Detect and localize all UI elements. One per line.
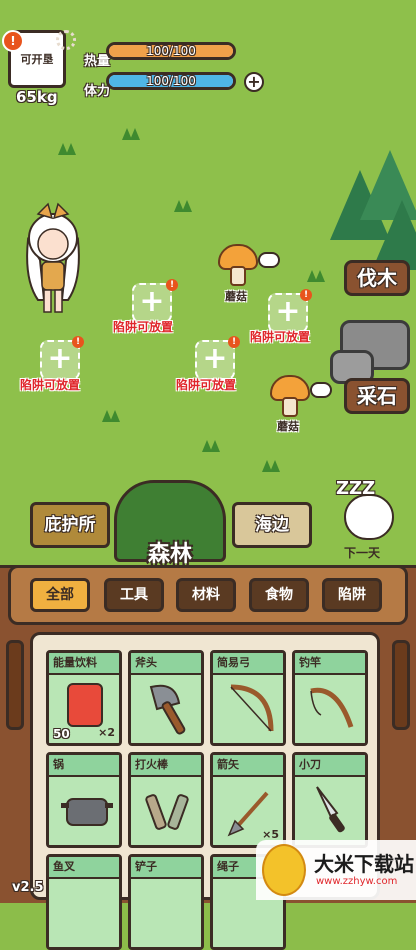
chop-wood-label: 伐木 <box>357 266 397 290</box>
item-card-axe[interactable]: 斧头 <box>128 650 204 746</box>
alert-icon: ! <box>2 30 24 52</box>
item-name: 打火棒 <box>131 755 201 777</box>
version-label: v2.5 <box>12 880 44 895</box>
item-name: 锅 <box>49 755 119 777</box>
item-name: 箭矢 <box>213 755 283 777</box>
item-name: 能量饮料 <box>49 653 119 675</box>
grass-tuft <box>200 440 222 452</box>
watermark-title: 大米下载站 <box>314 852 414 876</box>
category-tab-label: 食物 <box>265 587 293 603</box>
planet-label: 可开垦 <box>20 53 54 66</box>
gear-icon[interactable] <box>56 30 76 50</box>
category-tab-materials[interactable]: 材料 <box>176 578 236 612</box>
pot-icon <box>61 798 113 826</box>
item-card-shovel[interactable]: 铲子 <box>128 854 204 950</box>
item-quantity: ×2 <box>98 726 115 739</box>
location-beach-tab[interactable]: 海边 <box>232 502 312 548</box>
item-card-harpoon[interactable]: 鱼叉 <box>46 854 122 950</box>
heat-bar: 100/100 <box>106 42 236 60</box>
grass-tuft <box>172 200 194 212</box>
knife-icon <box>316 786 345 833</box>
chop-wood-sign[interactable]: 伐木 <box>344 260 410 296</box>
mushroom[interactable] <box>270 375 310 417</box>
location-forest-label: 森林 <box>147 542 192 567</box>
category-tab-label: 陷阱 <box>338 587 366 603</box>
energy-drink-icon <box>67 683 103 727</box>
category-tab-label: 全部 <box>46 587 74 603</box>
watermark-url: www.zzhyw.com <box>316 876 398 887</box>
player-character[interactable] <box>18 200 88 320</box>
mine-stone-label: 采石 <box>357 384 397 408</box>
item-level: 50 <box>53 727 70 741</box>
alert-icon: ! <box>166 279 178 291</box>
fishing-rod-icon <box>310 687 354 728</box>
location-shelter-label: 庇护所 <box>44 515 96 535</box>
item-card-fishing-rod[interactable]: 钓竿 <box>292 650 368 746</box>
trap-slot-label: 陷阱可放置 <box>250 330 311 344</box>
trap-slot-label: 陷阱可放置 <box>176 378 237 392</box>
backpack-strap <box>392 640 410 730</box>
grass-tuft <box>260 460 282 472</box>
trap-slot[interactable]: + <box>132 283 172 323</box>
weight-readout: 65kg <box>16 88 58 106</box>
stamina-value: 100/100 <box>146 74 196 88</box>
watermark: 大米下载站 www.zzhyw.com <box>256 840 416 900</box>
alert-icon: ! <box>300 289 312 301</box>
grass-tuft <box>56 143 78 155</box>
watermark-logo <box>262 844 306 896</box>
next-day-button[interactable] <box>344 494 394 540</box>
mushroom-label: 蘑菇 <box>277 420 299 433</box>
trap-slot-label: 陷阱可放置 <box>113 320 174 334</box>
backpack-strap <box>6 640 24 730</box>
item-name: 钓竿 <box>295 653 365 675</box>
category-tab-tools[interactable]: 工具 <box>104 578 164 612</box>
item-card-arrows[interactable]: 箭矢 ×5 <box>210 752 286 848</box>
item-name: 简易弓 <box>213 653 283 675</box>
item-card-simple-bow[interactable]: 简易弓 <box>210 650 286 746</box>
mushroom[interactable] <box>218 244 258 286</box>
alert-icon: ! <box>72 336 84 348</box>
pointing-hand-icon <box>310 382 332 398</box>
next-day-label: 下一天 <box>344 546 381 560</box>
item-card-pot[interactable]: 锅 <box>46 752 122 848</box>
item-card-energy-drink[interactable]: 能量饮料 ×2 50 <box>46 650 122 746</box>
item-card-fire-starter[interactable]: 打火棒 <box>128 752 204 848</box>
item-name: 小刀 <box>295 755 365 777</box>
fire-starter-icon <box>145 794 189 830</box>
axe-icon <box>149 684 186 735</box>
item-card-knife[interactable]: 小刀 <box>292 752 368 848</box>
heat-value: 100/100 <box>146 44 196 58</box>
pointing-hand-icon <box>258 252 280 268</box>
trap-slot-label: 陷阱可放置 <box>20 378 81 392</box>
stamina-bar: 100/100 <box>106 72 236 90</box>
category-tab-traps[interactable]: 陷阱 <box>322 578 382 612</box>
item-name: 鱼叉 <box>49 857 119 879</box>
add-stamina-button[interactable]: + <box>244 72 264 92</box>
location-beach-label: 海边 <box>255 515 289 535</box>
location-shelter-tab[interactable]: 庇护所 <box>30 502 110 548</box>
item-name: 铲子 <box>131 857 201 879</box>
category-tab-all[interactable]: 全部 <box>30 578 90 612</box>
mine-stone-sign[interactable]: 采石 <box>344 378 410 414</box>
category-tab-food[interactable]: 食物 <box>249 578 309 612</box>
category-tab-label: 材料 <box>192 587 220 603</box>
grass-tuft <box>305 270 327 282</box>
category-tab-label: 工具 <box>120 587 148 603</box>
grass-tuft <box>100 410 122 422</box>
alert-icon: ! <box>228 336 240 348</box>
grass-tuft <box>120 128 142 140</box>
mushroom-label: 蘑菇 <box>225 290 247 303</box>
bow-icon <box>230 684 274 732</box>
item-name: 斧头 <box>131 653 201 675</box>
